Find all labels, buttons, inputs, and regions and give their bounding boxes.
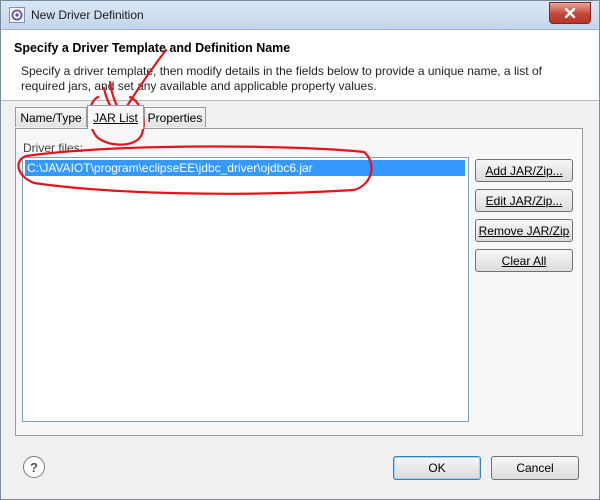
tab-name-type[interactable]: Name/Type bbox=[15, 107, 87, 127]
eclipse-app-icon bbox=[9, 7, 25, 23]
ok-button[interactable]: OK bbox=[393, 456, 481, 480]
tab-label: Name/Type bbox=[20, 110, 82, 125]
button-label: Clear All bbox=[501, 253, 547, 268]
remove-jar-button[interactable]: Remove JAR/Zip bbox=[475, 219, 573, 242]
list-item[interactable]: C:\JAVAIOT\program\eclipseEE\jdbc_driver… bbox=[25, 160, 465, 176]
tab-properties[interactable]: Properties bbox=[144, 107, 206, 127]
header-description: Specify a driver template, then modify d… bbox=[21, 64, 542, 93]
tab-label: Properties bbox=[147, 110, 203, 125]
edit-jar-button[interactable]: Edit JAR/Zip... bbox=[475, 189, 573, 212]
close-button[interactable] bbox=[549, 2, 591, 24]
header-title: Specify a Driver Template and Definition… bbox=[14, 41, 291, 55]
tab-jar-list[interactable]: JAR List bbox=[87, 105, 144, 129]
driver-files-label: Driver files: bbox=[23, 141, 84, 155]
tab-label: JAR List bbox=[93, 110, 138, 125]
clear-all-button[interactable]: Clear All bbox=[475, 249, 573, 272]
add-jar-button[interactable]: Add JAR/Zip... bbox=[475, 159, 573, 182]
button-label: Remove JAR/Zip bbox=[478, 223, 570, 238]
close-icon bbox=[564, 7, 576, 19]
dialog-window: New Driver Definition Specify a Driver T… bbox=[0, 0, 600, 500]
driver-files-list[interactable]: C:\JAVAIOT\program\eclipseEE\jdbc_driver… bbox=[22, 157, 469, 422]
help-icon: ? bbox=[30, 459, 38, 475]
window-title: New Driver Definition bbox=[31, 8, 144, 22]
title-bar[interactable]: New Driver Definition bbox=[1, 1, 599, 30]
button-label: Edit JAR/Zip... bbox=[485, 193, 563, 208]
help-button[interactable]: ? bbox=[23, 456, 45, 478]
button-label: Cancel bbox=[516, 461, 554, 475]
dialog-header: Specify a Driver Template and Definition… bbox=[1, 30, 599, 101]
button-label: OK bbox=[428, 461, 446, 475]
button-label: Add JAR/Zip... bbox=[485, 163, 563, 178]
cancel-button[interactable]: Cancel bbox=[491, 456, 579, 480]
